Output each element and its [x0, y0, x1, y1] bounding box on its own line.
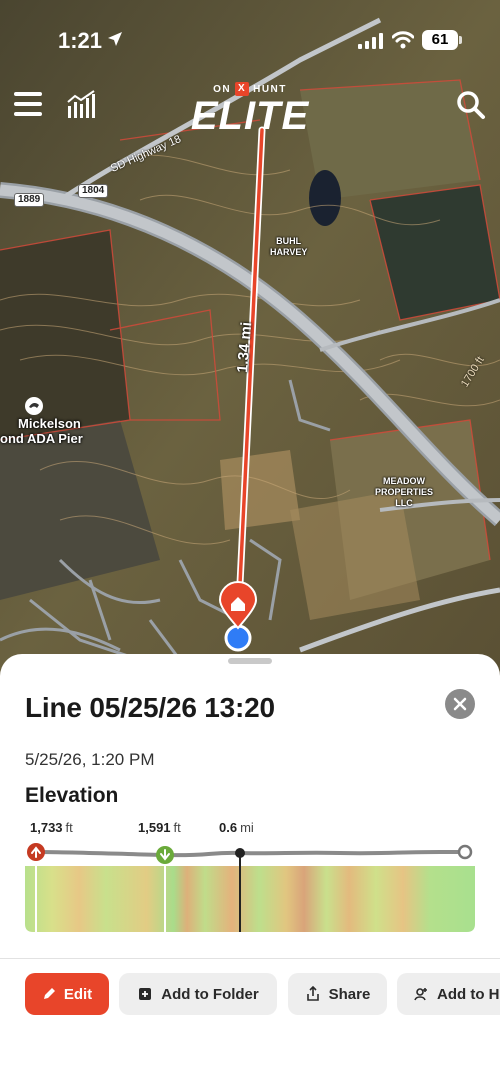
max-elevation-unit: ft: [65, 820, 73, 835]
line-title: Line 05/25/26 13:20: [25, 692, 275, 723]
max-elevation-value: 1,733: [30, 820, 63, 835]
battery-indicator: 61: [422, 30, 462, 50]
elevation-profile[interactable]: [0, 840, 500, 936]
status-bar: 1:21 61: [0, 0, 500, 80]
poi-label-line2[interactable]: ond ADA Pier: [0, 431, 83, 446]
signal-icon: [358, 33, 383, 49]
brand-logo: ON X HUNT ELITE: [186, 82, 314, 136]
parcel-label-buhl-harvey[interactable]: BUHL HARVEY: [270, 236, 307, 258]
close-button[interactable]: [445, 689, 475, 719]
line-detail-sheet: Line 05/25/26 13:20 5/25/26, 1:20 PM Ele…: [0, 654, 500, 1088]
stats-icon[interactable]: [66, 90, 98, 120]
top-bar: ON X HUNT ELITE: [0, 82, 500, 136]
menu-icon[interactable]: [14, 92, 42, 116]
parcel-label-meadow-properties[interactable]: MEADOW PROPERTIES LLC: [375, 476, 433, 509]
share-button[interactable]: Share: [288, 973, 387, 1015]
road-badge-1804: 1804: [78, 184, 109, 198]
min-elevation-label: 1,591 ft: [138, 820, 181, 835]
screen: 1889 1804 SD Highway 18 BUHL HARVEY MEAD…: [0, 0, 500, 1088]
search-icon[interactable]: [456, 90, 486, 120]
add-to-folder-button[interactable]: Add to Folder: [119, 973, 277, 1015]
close-icon: [453, 697, 467, 711]
add-to-hunt-label: Add to H: [437, 985, 500, 1003]
brand-hunt: HUNT: [253, 83, 287, 95]
share-icon: [306, 986, 319, 1001]
edit-button[interactable]: Edit: [25, 973, 109, 1015]
pier-icon[interactable]: [24, 396, 44, 416]
road-badge-1889: 1889: [14, 193, 45, 207]
wifi-icon: [392, 31, 414, 49]
status-time: 1:21: [58, 28, 103, 53]
brand-elite: ELITE: [190, 94, 310, 138]
brand-on: ON: [213, 83, 232, 95]
location-arrow-icon: [108, 32, 122, 46]
cursor-distance-label: 0.6 mi: [219, 820, 254, 835]
cursor-distance-unit: mi: [240, 820, 254, 835]
elevation-heading: Elevation: [25, 784, 119, 807]
folder-plus-icon: [139, 988, 152, 1000]
line-date: 5/25/26, 1:20 PM: [25, 750, 155, 769]
poi-label-line1[interactable]: Mickelson: [18, 416, 81, 431]
share-label: Share: [328, 985, 371, 1003]
add-to-hunt-button[interactable]: Add to H: [397, 973, 500, 1015]
map-view[interactable]: 1889 1804 SD Highway 18 BUHL HARVEY MEAD…: [0, 0, 500, 680]
min-elevation-unit: ft: [173, 820, 181, 835]
max-elevation-label: 1,733 ft: [30, 820, 73, 835]
min-elevation-value: 1,591: [138, 820, 171, 835]
hunt-icon: [414, 988, 427, 1001]
pencil-icon: [43, 988, 55, 999]
cursor-distance-value: 0.6: [219, 820, 238, 835]
edit-button-label: Edit: [63, 985, 93, 1003]
add-to-folder-label: Add to Folder: [161, 985, 259, 1003]
sheet-grabber[interactable]: [228, 658, 272, 664]
action-bar: Edit Add to Folder Share Add to H: [0, 958, 500, 1038]
